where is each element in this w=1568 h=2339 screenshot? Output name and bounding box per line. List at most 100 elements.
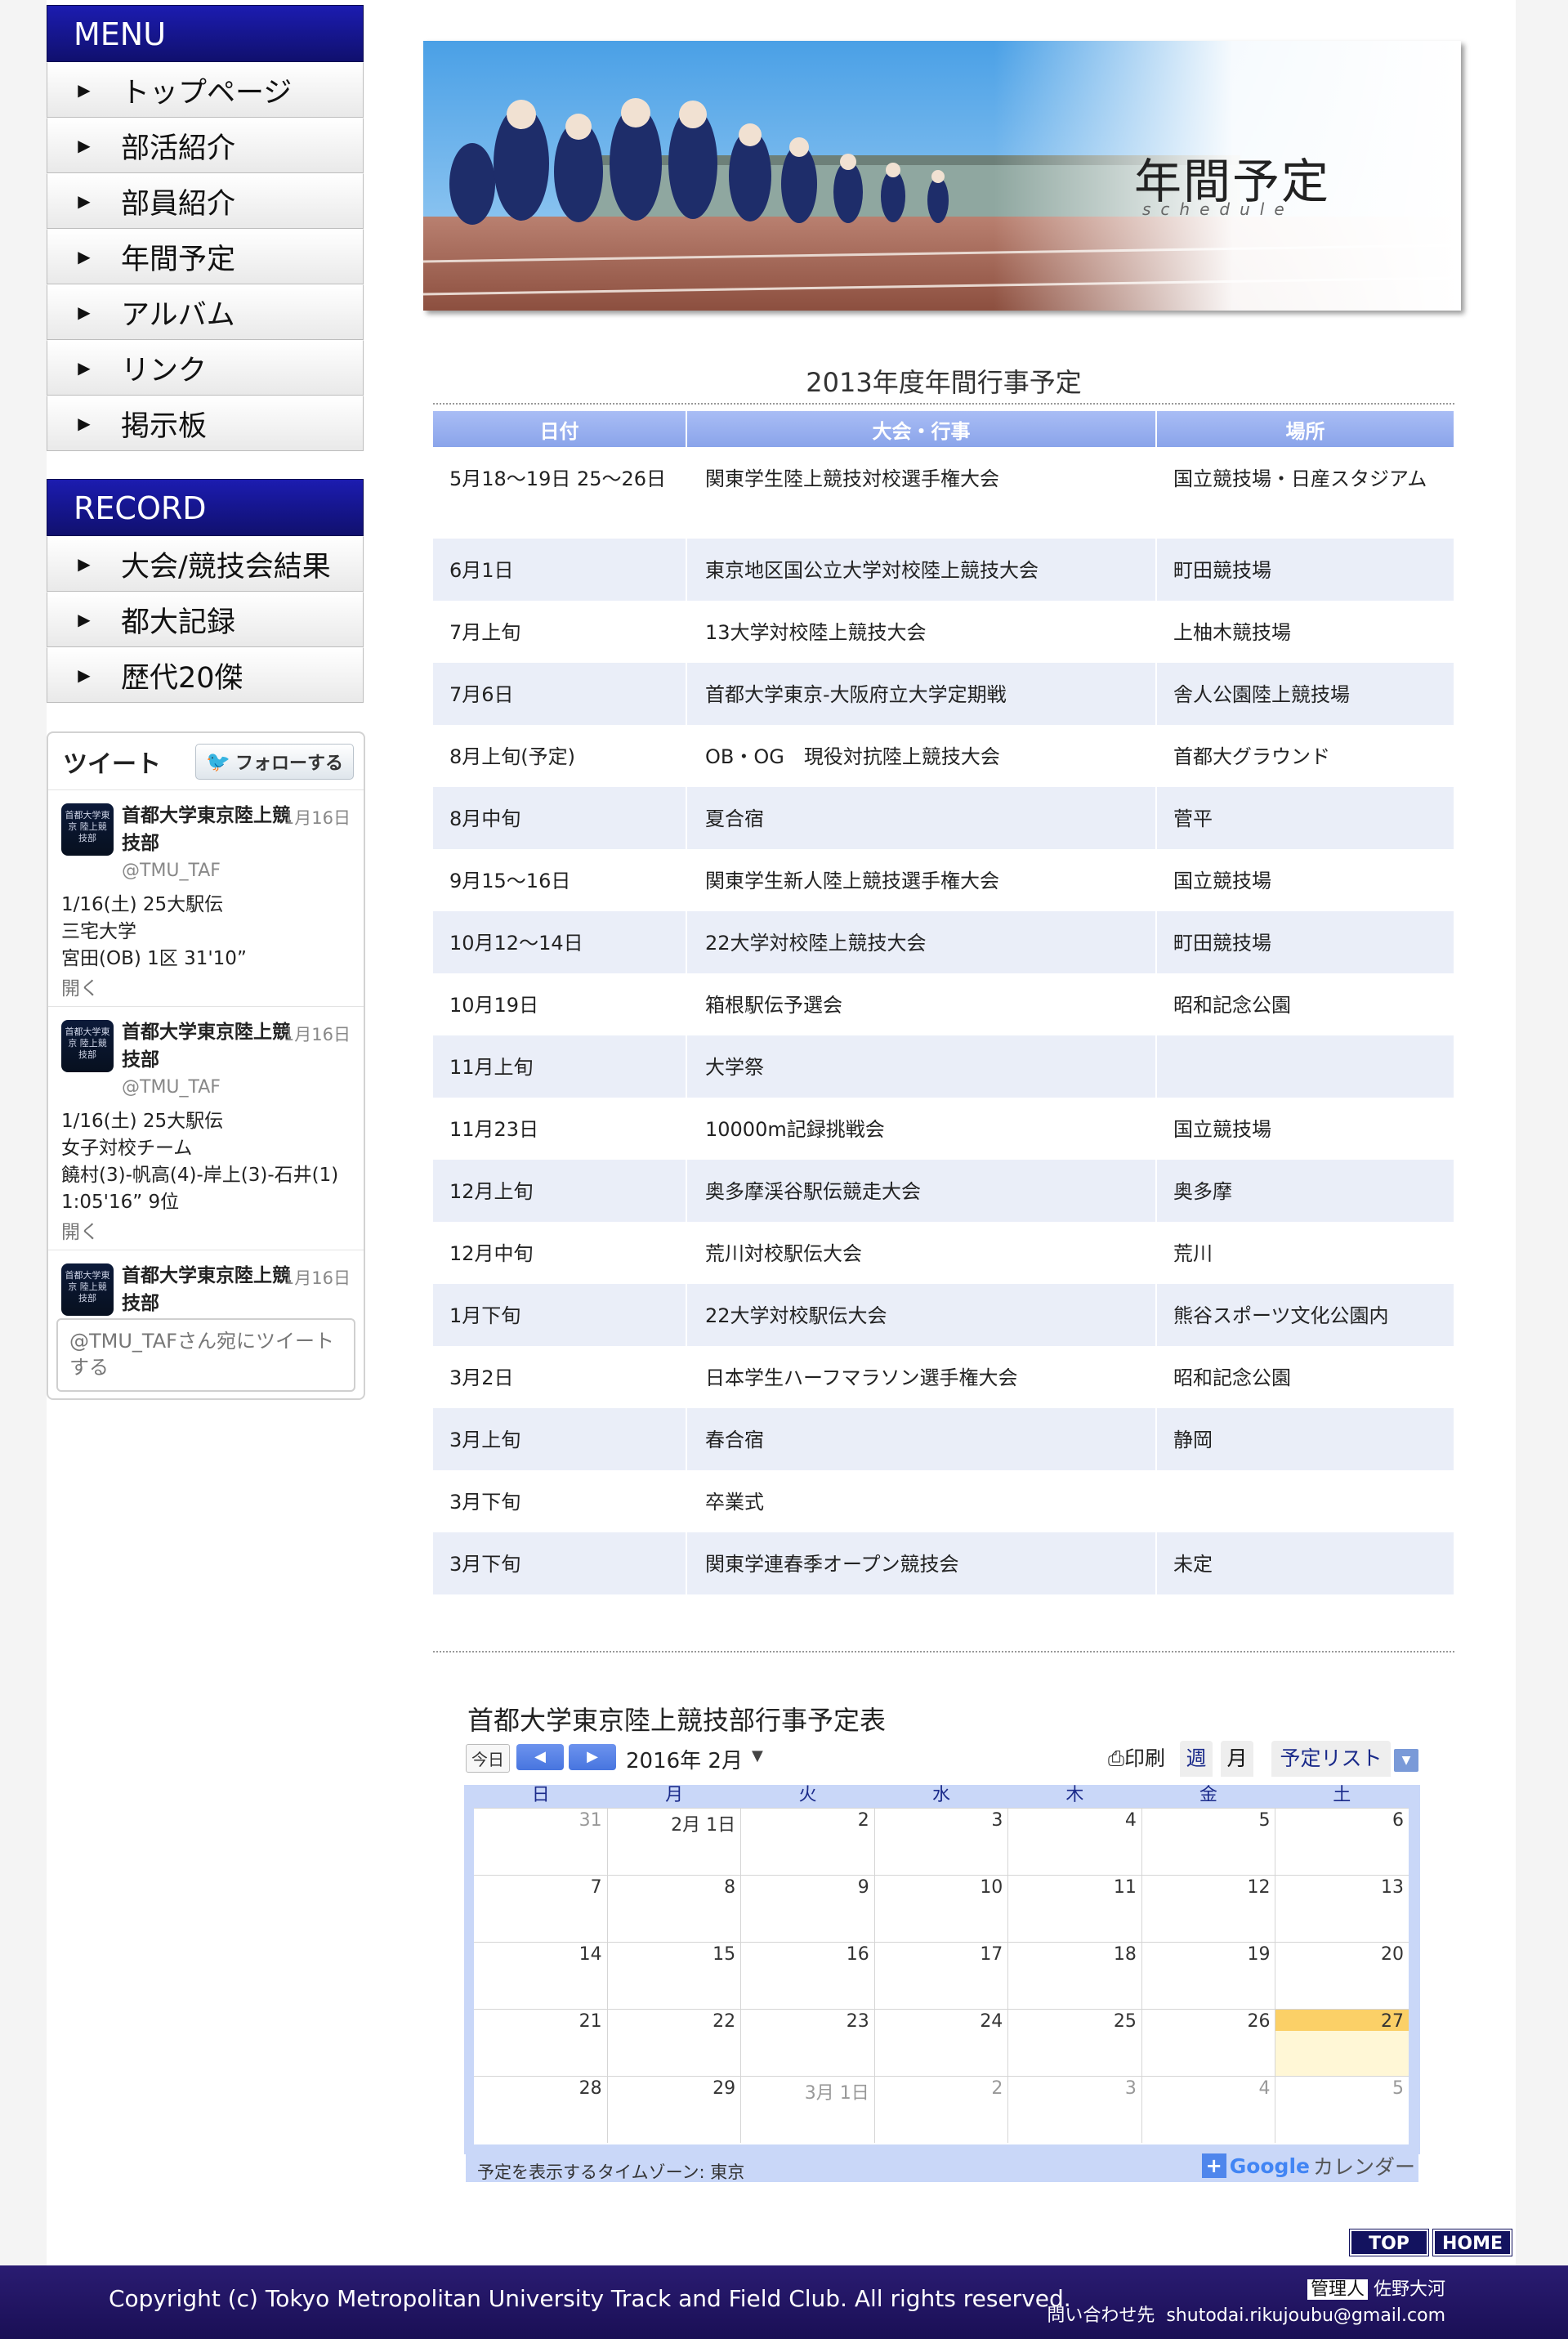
day-number: 4 <box>1124 1810 1137 1831</box>
day-header-bar <box>875 2077 1008 2098</box>
column-header-event: 大会・行事 <box>686 411 1157 447</box>
day-number: 19 <box>1247 1944 1271 1965</box>
calendar-day-cell[interactable]: 3月 1日 <box>740 2077 874 2143</box>
tweet-author-name[interactable]: 首都大学東京陸上競技部 <box>122 1018 295 1074</box>
calendar-day-cell[interactable]: 20 <box>1275 1943 1409 2009</box>
tweet-date[interactable]: 1月16日 <box>284 805 351 830</box>
calendar-day-cell[interactable]: 10 <box>873 1876 1008 1942</box>
menu-item-links[interactable]: ▶ リンク <box>47 340 364 396</box>
calendar-day-cell[interactable]: 22 <box>606 2010 741 2076</box>
tab-week[interactable]: 週 <box>1180 1741 1213 1777</box>
tweet-handle[interactable]: @TMU_TAF <box>122 1074 352 1102</box>
admin-name: 佐野大河 <box>1373 2279 1445 2300</box>
tweet-line: 1:05'16” 9位 <box>61 1192 180 1213</box>
print-button[interactable]: ⎙印刷 <box>1108 1742 1165 1772</box>
weekday-label: 日 <box>531 1785 550 1805</box>
calendar-day-cell[interactable]: 26 <box>1141 2010 1275 2076</box>
tab-agenda[interactable]: 予定リスト <box>1271 1741 1391 1777</box>
calendar-day-cell[interactable]: 25 <box>1007 2010 1141 2076</box>
menu-item-top20[interactable]: ▶ 歴代20傑 <box>47 647 364 703</box>
calendar-day-cell[interactable]: 15 <box>606 1943 741 2009</box>
calendar-day-cell[interactable]: 27 <box>1275 2010 1409 2076</box>
avatar[interactable]: 首都大学東京 陸上競技部 <box>61 803 114 856</box>
menu-item-bbs[interactable]: ▶ 掲示板 <box>47 396 364 451</box>
menu-item-top[interactable]: ▶ トップページ <box>47 62 364 118</box>
calendar-day-cell[interactable]: 3 <box>1007 2077 1141 2143</box>
calendar-day-cell[interactable]: 23 <box>740 2010 874 2076</box>
calendar-day-cell[interactable]: 13 <box>1275 1876 1409 1942</box>
calendar-day-cell[interactable]: 8 <box>606 1876 741 1942</box>
cell-event: 春合宿 <box>686 1408 1157 1470</box>
day-number: 4 <box>1258 2078 1271 2099</box>
avatar[interactable]: 首都大学東京 陸上競技部 <box>61 1263 114 1316</box>
calendar-day-cell[interactable]: 5 <box>1275 2077 1409 2143</box>
follow-button[interactable]: 🐦 フォローする <box>195 743 354 780</box>
calendar-week-row: 7 8 9 10 11 12 13 <box>474 1875 1409 1942</box>
calendar-day-cell[interactable]: 17 <box>873 1943 1008 2009</box>
menu-item-label: 部員紹介 <box>121 187 236 221</box>
day-number: 10 <box>980 1877 1003 1898</box>
tab-month[interactable]: 月 <box>1221 1741 1253 1777</box>
chevron-down-icon[interactable]: ▼ <box>752 1747 763 1764</box>
menu-item-univ-records[interactable]: ▶ 都大記録 <box>47 592 364 647</box>
tweet-line: 三宅大学 <box>61 921 136 942</box>
google-calendar-button[interactable]: + Google カレンダー <box>1201 2151 1415 2180</box>
home-button[interactable]: HOME <box>1432 2229 1512 2256</box>
cell-event: 大学祭 <box>686 1035 1157 1098</box>
calendar-day-cell[interactable]: 18 <box>1007 1943 1141 2009</box>
calendar-day-cell[interactable]: 4 <box>1141 2077 1275 2143</box>
calendar-day-cell[interactable]: 24 <box>873 2010 1008 2076</box>
calendar-day-cell[interactable]: 2 <box>740 1809 874 1875</box>
avatar[interactable]: 首都大学東京 陸上競技部 <box>61 1020 114 1072</box>
calendar-day-cell[interactable]: 3 <box>873 1809 1008 1875</box>
tweet-compose-input[interactable]: @TMU_TAFさん宛にツイートする <box>56 1318 355 1392</box>
chevron-down-icon[interactable]: ▼ <box>1394 1749 1418 1772</box>
tweet-author-name[interactable]: 首都大学東京陸上競技部 <box>122 1262 295 1317</box>
calendar-day-cell[interactable]: 28 <box>474 2077 607 2143</box>
calendar-day-cell[interactable]: 9 <box>740 1876 874 1942</box>
calendar-day-cell[interactable]: 7 <box>474 1876 607 1942</box>
tweet-expand-link[interactable]: 開く <box>61 974 352 1004</box>
menu-item-label: 歴代20傑 <box>121 661 243 695</box>
calendar-day-cell[interactable]: 19 <box>1141 1943 1275 2009</box>
calendar-day-cell[interactable]: 31 <box>474 1809 607 1875</box>
cell-place: 国立競技場 <box>1156 1098 1455 1160</box>
cell-event: 22大学対校陸上競技大会 <box>686 911 1157 973</box>
menu-item-members[interactable]: ▶ 部員紹介 <box>47 173 364 229</box>
tweet-date[interactable]: 1月16日 <box>284 1265 351 1290</box>
calendar-day-cell[interactable]: 6 <box>1275 1809 1409 1875</box>
top-button[interactable]: TOP <box>1349 2229 1429 2256</box>
day-number: 27 <box>1381 2011 1405 2032</box>
menu-item-results[interactable]: ▶ 大会/競技会結果 <box>47 536 364 592</box>
calendar-day-cell[interactable]: 2月 1日 <box>606 1809 741 1875</box>
day-number: 26 <box>1247 2011 1271 2032</box>
calendar-day-cell[interactable]: 16 <box>740 1943 874 2009</box>
cell-date: 10月12〜14日 <box>433 911 687 973</box>
contact-email[interactable]: shutodai.rikujoubu@gmail.com <box>1166 2305 1445 2326</box>
day-header-bar <box>1142 1809 1275 1830</box>
calendar-day-cell[interactable]: 4 <box>1007 1809 1141 1875</box>
calendar-day-cell[interactable]: 21 <box>474 2010 607 2076</box>
cell-event: 荒川対校駅伝大会 <box>686 1222 1157 1284</box>
prev-month-button[interactable]: ◀ <box>516 1744 564 1770</box>
day-number: 15 <box>713 1944 736 1965</box>
cell-event: 奥多摩渓谷駅伝競走大会 <box>686 1160 1157 1222</box>
tweet-expand-link[interactable]: 開く <box>61 1218 352 1247</box>
calendar-day-cell[interactable]: 2 <box>873 2077 1008 2143</box>
cell-place <box>1156 1035 1455 1098</box>
next-month-button[interactable]: ▶ <box>569 1744 616 1770</box>
calendar-day-cell[interactable]: 11 <box>1007 1876 1141 1942</box>
menu-item-club[interactable]: ▶ 部活紹介 <box>47 118 364 173</box>
calendar-day-cell[interactable]: 12 <box>1141 1876 1275 1942</box>
twitter-header: ツイート 🐦 フォローする <box>48 733 364 790</box>
calendar-day-cell[interactable]: 14 <box>474 1943 607 2009</box>
tweet-author-name[interactable]: 首都大学東京陸上競技部 <box>122 802 295 857</box>
calendar-day-cell[interactable]: 5 <box>1141 1809 1275 1875</box>
cell-event: 卒業式 <box>686 1470 1157 1532</box>
today-button[interactable]: 今日 <box>466 1744 510 1773</box>
menu-item-schedule[interactable]: ▶ 年間予定 <box>47 229 364 284</box>
calendar-day-cell[interactable]: 29 <box>606 2077 741 2143</box>
tweet-handle[interactable]: @TMU_TAF <box>122 857 352 885</box>
tweet-date[interactable]: 1月16日 <box>284 1022 351 1046</box>
menu-item-album[interactable]: ▶ アルバム <box>47 284 364 340</box>
